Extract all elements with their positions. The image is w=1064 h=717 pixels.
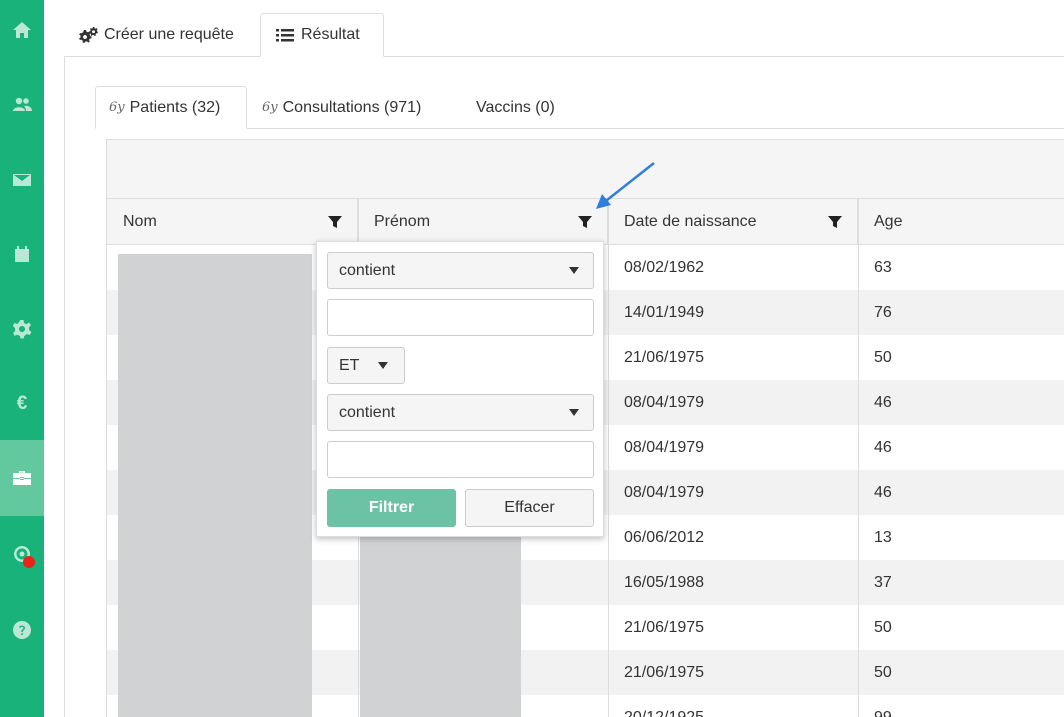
operator-select-value: ET [339,356,360,374]
annotation-arrow [596,162,655,209]
cell-date-naissance: 06/06/2012 [624,528,705,546]
cell-date-naissance: 16/05/1988 [624,573,705,591]
cell-date-naissance: 21/06/1975 [624,663,705,681]
tab-create-query-label: Créer une requête [104,26,234,43]
caret-down-icon [569,409,579,416]
caret-down-icon [569,267,579,274]
sidebar-item-patients[interactable] [0,87,44,123]
sidebar-item-settings[interactable] [0,311,44,347]
cell-age: 46 [874,438,892,456]
tab-patients[interactable]: 6y Patients (32) [95,86,247,129]
cell-date-naissance: 08/02/1962 [624,258,705,276]
redacted-names [118,254,312,717]
column-header-label: Age [874,213,903,230]
cell-date-naissance: 21/06/1975 [624,348,705,366]
help-icon [12,621,31,639]
cell-age: 50 [874,663,892,681]
tab-create-query[interactable]: Créer une requête [64,13,260,57]
column-divider [608,199,609,717]
briefcase-icon [13,471,31,485]
filter-value-input-1[interactable] [327,299,594,336]
sidebar-item-help[interactable] [0,612,44,648]
sidebar-item-broadcast[interactable] [0,536,44,572]
condition-select-2[interactable]: contient [327,394,594,431]
tab-result[interactable]: Résultat [260,13,384,57]
filter-icon[interactable] [327,214,343,230]
cell-age: 46 [874,393,892,411]
tab-vaccins[interactable]: Vaccins (0) [463,86,575,129]
filter-value-input-2[interactable] [327,441,594,478]
condition-select-1[interactable]: contient [327,252,594,289]
cell-age: 50 [874,618,892,636]
users-icon [13,97,32,111]
calendar-icon [15,246,29,262]
column-header-label: Prénom [374,213,431,230]
cell-age: 37 [874,573,892,591]
column-header-age[interactable]: Age [858,199,1064,245]
cell-age: 63 [874,258,892,276]
cell-age: 46 [874,483,892,501]
column-header-prenom[interactable]: Prénom [358,199,608,245]
tab-vaccins-label: Vaccins (0) [476,98,555,116]
list-icon [276,29,294,42]
cell-age: 99 [874,708,892,717]
gear-icon [12,320,32,339]
filter-clear-button[interactable]: Effacer [465,489,594,527]
filter-icon[interactable] [827,214,843,230]
grid-header: Nom Prénom Date de naissance Age [107,199,1064,245]
euro-icon: € [16,393,28,414]
home-icon [13,22,31,38]
cell-age: 50 [874,348,892,366]
sidebar: € [0,0,44,717]
chart-icon: 6y [109,100,125,115]
cell-date-naissance: 14/01/1949 [624,303,705,321]
cell-age: 13 [874,528,892,546]
filter-apply-button[interactable]: Filtrer [327,489,456,527]
tab-patients-label: Patients (32) [129,98,221,116]
cell-date-naissance: 08/04/1979 [624,483,705,501]
column-header-label: Date de naissance [624,213,757,230]
tab-result-label: Résultat [301,26,360,43]
cell-date-naissance: 08/04/1979 [624,438,705,456]
notification-badge [23,556,35,568]
grid-toolbar [107,140,1064,199]
redacted-firstnames [360,520,521,717]
tab-consultations[interactable]: 6y Consultations (971) [249,86,449,129]
sidebar-item-home[interactable] [0,12,44,48]
condition-select-2-value: contient [339,403,396,421]
chart-icon: 6y [262,100,278,115]
column-divider [858,199,859,717]
filter-popup: contient ET contient Filtrer Effacer [316,241,604,537]
tab-consultations-label: Consultations (971) [282,98,422,116]
condition-select-1-value: contient [339,261,396,279]
envelope-icon [13,174,31,186]
sidebar-item-messages[interactable] [0,162,44,198]
cell-age: 76 [874,303,892,321]
cell-date-naissance: 20/12/1925 [624,708,705,717]
sidebar-item-billing[interactable]: € [0,386,44,422]
filter-icon[interactable] [577,214,593,230]
cell-date-naissance: 08/04/1979 [624,393,705,411]
sidebar-item-tools[interactable] [0,440,44,516]
operator-select[interactable]: ET [327,347,405,384]
column-header-label: Nom [123,213,157,230]
cell-date-naissance: 21/06/1975 [624,618,705,636]
sidebar-item-agenda[interactable] [0,236,44,272]
column-header-nom[interactable]: Nom [107,199,358,245]
gears-icon [79,27,98,43]
caret-down-icon [378,362,388,369]
